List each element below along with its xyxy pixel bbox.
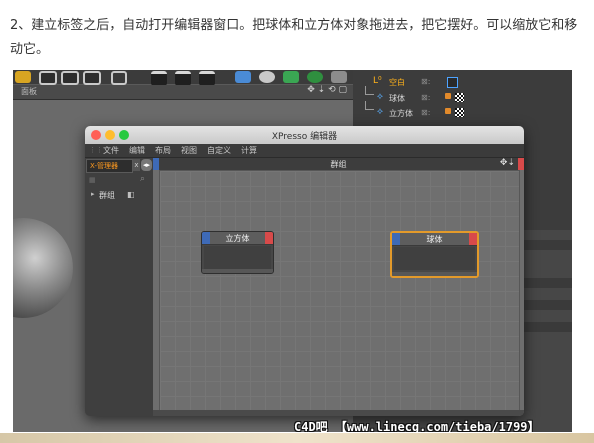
node-footer [392, 272, 477, 276]
node-body [204, 246, 271, 269]
viewport-nav-icons[interactable]: ✥ ⇣ ⟲ ▢ [307, 85, 347, 95]
node-editor-panel: 群组 ✥⇣ 立方体 球体 [153, 158, 524, 416]
cube-object-icon: ⟡ [377, 107, 383, 117]
node-header[interactable]: 立方体 [202, 232, 273, 245]
search-icon[interactable]: ⌕ [140, 174, 145, 184]
expand-arrow-icon[interactable]: ▸ [91, 190, 95, 198]
menu-custom[interactable]: 自定义 [207, 145, 231, 156]
c4d-toolbar [13, 70, 353, 86]
canvas-footer [153, 410, 524, 416]
cinema4d-screenshot: 面板 ✥ ⇣ ⟲ ▢ ▲ L⁰ 空白 ⊠: ⟡ 球体 ⊠: ⟡ 立方体 ⊠: [13, 70, 572, 432]
group-node-icon: ◧ [127, 190, 135, 199]
node-body [394, 247, 475, 270]
group-label: 群组 [99, 191, 115, 200]
menu-file[interactable]: 文件 [103, 145, 119, 156]
x-axis-lock-icon[interactable] [39, 71, 57, 85]
visibility-toggle-icon[interactable]: ⊠: [421, 108, 430, 117]
window-title: XPresso 编辑器 [271, 132, 338, 142]
hierarchy-line [365, 86, 374, 95]
cube-node[interactable]: 立方体 [201, 231, 274, 274]
node-title: 立方体 [225, 234, 250, 243]
grid-view-icon[interactable]: ▦ [89, 176, 96, 184]
node-header[interactable]: 球体 [392, 233, 477, 246]
menu-calculate[interactable]: 计算 [241, 145, 257, 156]
group-title: 群组 [330, 160, 347, 169]
object-label: 空白 [389, 78, 405, 87]
checker-tag-icon[interactable] [455, 108, 464, 117]
sphere-object-icon: ⟡ [377, 92, 383, 102]
menu-grip-icon: ⋮⋮ [89, 146, 103, 154]
group-output-port[interactable] [518, 158, 524, 170]
cube-object-icon[interactable] [235, 71, 251, 83]
xpresso-tag-icon[interactable] [447, 77, 458, 88]
object-row-sphere[interactable]: ⟡ 球体 ⊠: [359, 86, 569, 106]
node-title: 球体 [426, 235, 443, 244]
panel-toggle-button[interactable]: ◂▸ [141, 159, 152, 171]
canvas-nav-icons[interactable]: ✥⇣ [500, 158, 515, 168]
window-titlebar[interactable]: XPresso 编辑器 [85, 126, 524, 144]
spline-pen-icon[interactable] [259, 71, 275, 83]
node-canvas[interactable]: 立方体 球体 [159, 170, 520, 412]
move-tool-icon[interactable] [15, 71, 31, 83]
node-output-port[interactable] [469, 233, 477, 245]
panel-menu-label[interactable]: 面板 [21, 86, 37, 97]
material-tag-icon[interactable] [445, 108, 451, 114]
node-output-port[interactable] [265, 232, 273, 244]
object-label: 球体 [389, 94, 405, 103]
render-picture-viewer-icon[interactable] [175, 71, 191, 86]
group-header[interactable]: 群组 ✥⇣ [153, 158, 524, 170]
checker-tag-icon[interactable] [455, 93, 464, 102]
null-object-icon: L⁰ [373, 76, 382, 86]
tutorial-caption: 2、建立标签之后，自动打开编辑器窗口。把球体和立方体对象拖进去，把它摆好。可以缩… [10, 18, 578, 57]
x-manager-tab[interactable]: X-管理器 [86, 159, 133, 173]
menu-layout[interactable]: 布局 [155, 145, 171, 156]
render-settings-icon[interactable] [199, 71, 215, 86]
camera-icon[interactable] [331, 71, 347, 83]
x-manager-tab-label: X-管理器 [90, 162, 118, 170]
menu-view[interactable]: 视图 [181, 145, 197, 156]
render-view-icon[interactable] [151, 71, 167, 86]
viewport-panel-header: 面板 ✥ ⇣ ⟲ ▢ [13, 85, 353, 100]
subdivision-icon[interactable] [283, 71, 299, 83]
object-row-cube[interactable]: ⟡ 立方体 ⊠: [359, 101, 569, 121]
xpresso-menubar: ⋮⋮ 文件 编辑 布局 视图 自定义 计算 [85, 144, 524, 158]
z-axis-lock-icon[interactable] [83, 71, 101, 85]
material-tag-icon[interactable] [445, 93, 451, 99]
close-tab-icon[interactable]: x [133, 159, 140, 171]
object-row-null[interactable]: L⁰ 空白 ⊠: [359, 76, 569, 90]
sphere-object[interactable] [13, 218, 73, 318]
x-manager-panel: X-管理器 x ◂▸ ▦ ⌕ ▸ 群组 ◧ [85, 158, 153, 416]
visibility-toggle-icon[interactable]: ⊠: [421, 77, 430, 86]
xpresso-editor-window: XPresso 编辑器 ⋮⋮ 文件 编辑 布局 视图 自定义 计算 X-管理器 … [85, 126, 524, 416]
watermark: C4D吧 【www.linecg.com/tieba/1799】 [294, 420, 540, 432]
object-label: 立方体 [389, 109, 413, 118]
visibility-toggle-icon[interactable]: ⊠: [421, 93, 430, 102]
menu-edit[interactable]: 编辑 [129, 145, 145, 156]
page-bottom-strip [0, 433, 594, 443]
sphere-node[interactable]: 球体 [390, 231, 479, 278]
hierarchy-line [365, 101, 374, 110]
cloner-icon[interactable] [307, 71, 323, 83]
node-footer [202, 269, 273, 273]
y-axis-lock-icon[interactable] [61, 71, 79, 85]
x-manager-group-item[interactable]: ▸ 群组 ◧ [89, 190, 149, 202]
coordinate-system-icon[interactable] [111, 71, 127, 85]
